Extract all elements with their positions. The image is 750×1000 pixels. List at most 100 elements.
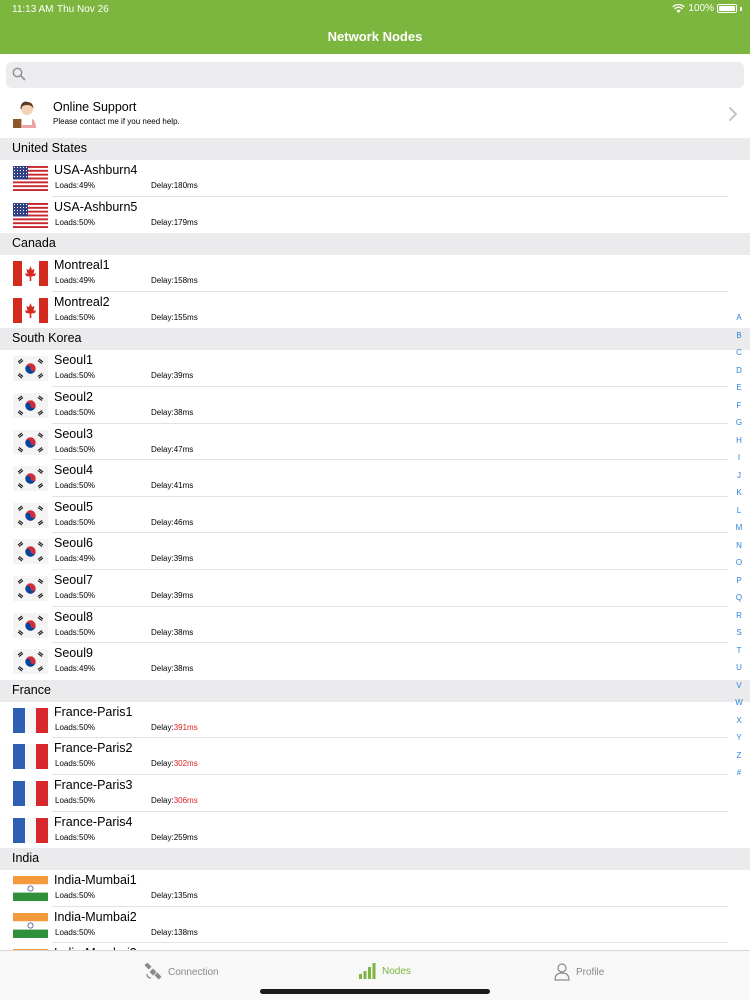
- index-letter[interactable]: B: [730, 327, 748, 345]
- node-row[interactable]: France-Paris1 Loads:50% Delay:391ms: [0, 701, 750, 739]
- node-name: USA-Ashburn4: [54, 163, 138, 177]
- node-delay: Delay:302ms: [151, 759, 198, 768]
- index-letter[interactable]: P: [730, 572, 748, 590]
- index-letter[interactable]: H: [730, 432, 748, 450]
- node-delay-prefix: Delay:: [151, 832, 174, 842]
- section-index[interactable]: A B C D E F G H I J K L M N O P Q R S T U V W X Y Z #: [730, 309, 748, 782]
- index-letter[interactable]: W: [730, 694, 748, 712]
- node-row[interactable]: India-Mumbai3: [0, 943, 750, 950]
- node-delay: Delay:158ms: [151, 276, 198, 285]
- node-name: Montreal1: [54, 258, 110, 273]
- search-bar[interactable]: [6, 62, 744, 88]
- node-name: France-Paris4: [54, 814, 133, 829]
- index-letter[interactable]: Y: [730, 729, 748, 747]
- index-letter[interactable]: D: [730, 362, 748, 380]
- index-letter[interactable]: #: [730, 764, 748, 782]
- index-letter[interactable]: X: [730, 712, 748, 730]
- node-name: Montreal2: [54, 294, 110, 309]
- node-delay: Delay:391ms: [151, 723, 198, 732]
- index-letter[interactable]: V: [730, 677, 748, 695]
- index-letter[interactable]: O: [730, 554, 748, 572]
- node-row[interactable]: France-Paris2 Loads:50% Delay:302ms: [0, 738, 750, 775]
- flag-icon: [13, 392, 48, 418]
- index-letter[interactable]: L: [730, 502, 748, 520]
- index-letter[interactable]: E: [730, 379, 748, 397]
- status-bar: 11:13 AM Thu Nov 26 100%: [0, 0, 750, 20]
- node-row[interactable]: Seoul2 Loads:50% Delay:38ms: [0, 386, 750, 424]
- node-row[interactable]: France-Paris4 Loads:50% Delay:259ms: [0, 811, 750, 849]
- index-letter[interactable]: K: [730, 484, 748, 502]
- node-name: France-Paris1: [54, 704, 133, 719]
- node-name: India-Mumbai1: [54, 873, 137, 888]
- online-support-row[interactable]: Online Support Please contact me if you …: [0, 94, 750, 138]
- node-loads: Loads:50%: [55, 627, 96, 637]
- node-row[interactable]: Seoul5 Loads:50% Delay:46ms: [0, 496, 750, 534]
- index-letter[interactable]: Z: [730, 747, 748, 765]
- index-letter[interactable]: G: [730, 414, 748, 432]
- support-title: Online Support: [53, 100, 137, 114]
- flag-icon: [13, 876, 48, 902]
- section-header-label: United States: [12, 141, 88, 155]
- node-list[interactable]: United States USA-Ashburn4 Loads:49% Delay:…: [0, 138, 750, 950]
- index-letter[interactable]: Q: [730, 589, 748, 607]
- search-input[interactable]: [32, 65, 732, 85]
- index-letter[interactable]: N: [730, 537, 748, 555]
- node-loads: Loads:50%: [55, 891, 96, 901]
- node-row[interactable]: India-Mumbai1 Loads:50% Delay:135ms: [0, 870, 750, 907]
- node-name: France-Paris3: [54, 777, 133, 792]
- node-row[interactable]: Seoul9 Loads:49% Delay:38ms: [0, 643, 750, 680]
- node-delay-prefix: Delay:: [151, 927, 174, 937]
- index-letter[interactable]: M: [730, 519, 748, 537]
- support-agent-avatar: [12, 98, 42, 130]
- node-row[interactable]: Seoul3 Loads:50% Delay:47ms: [0, 423, 750, 461]
- node-loads: Loads:49%: [55, 181, 96, 190]
- index-letter[interactable]: F: [730, 397, 748, 415]
- node-delay-value: 179ms: [173, 217, 198, 227]
- index-letter[interactable]: T: [730, 642, 748, 660]
- node-row[interactable]: Seoul1 Loads:50% Delay:39ms: [0, 350, 750, 387]
- node-delay-value: 180ms: [173, 181, 198, 190]
- tab-profile[interactable]: Profile: [554, 963, 604, 981]
- node-row[interactable]: Seoul7 Loads:50% Delay:39ms: [0, 569, 750, 607]
- node-loads: Loads:50%: [55, 832, 96, 842]
- index-letter[interactable]: S: [730, 624, 748, 642]
- node-delay-value: 47ms: [173, 444, 194, 454]
- tab-nodes[interactable]: Nodes: [359, 963, 411, 979]
- tab-connection[interactable]: Connection: [144, 963, 219, 981]
- node-delay: Delay:38ms: [151, 628, 193, 637]
- flag-icon: [13, 502, 48, 528]
- node-row[interactable]: Seoul4 Loads:50% Delay:41ms: [0, 460, 750, 497]
- node-row[interactable]: India-Mumbai2 Loads:50% Delay:138ms: [0, 906, 750, 944]
- node-name: Seoul4: [54, 463, 93, 478]
- node-delay-prefix: Delay:: [151, 444, 174, 454]
- index-letter[interactable]: C: [730, 344, 748, 362]
- index-letter[interactable]: R: [730, 607, 748, 625]
- flag-icon: [13, 166, 48, 191]
- flag-icon: [13, 707, 48, 733]
- node-row[interactable]: USA-Ashburn5 Loads:50% Delay:179ms: [0, 196, 750, 234]
- index-letter[interactable]: I: [730, 449, 748, 467]
- node-delay-value: 306ms: [173, 795, 198, 805]
- node-row[interactable]: Seoul6 Loads:49% Delay:39ms: [0, 533, 750, 570]
- node-row[interactable]: Montreal1 Loads:49% Delay:158ms: [0, 255, 750, 292]
- node-delay-value: 135ms: [173, 891, 198, 901]
- index-letter[interactable]: J: [730, 467, 748, 485]
- node-row[interactable]: Seoul8 Loads:50% Delay:38ms: [0, 606, 750, 644]
- node-loads: Loads:50%: [55, 927, 96, 937]
- support-subtitle: Please contact me if you need help.: [53, 117, 180, 126]
- index-letter[interactable]: A: [730, 309, 748, 327]
- node-loads: Loads:50%: [55, 759, 96, 769]
- node-delay-prefix: Delay:: [151, 481, 174, 491]
- node-row[interactable]: USA-Ashburn4 Loads:49% Delay:180ms: [0, 160, 750, 197]
- node-delay: Delay:38ms: [151, 664, 193, 673]
- node-delay-prefix: Delay:: [151, 722, 174, 732]
- node-delay-prefix: Delay:: [151, 517, 174, 527]
- node-row[interactable]: France-Paris3 Loads:50% Delay:306ms: [0, 774, 750, 812]
- home-indicator: [260, 989, 490, 994]
- node-row[interactable]: Montreal2 Loads:50% Delay:155ms: [0, 291, 750, 329]
- node-loads: Loads:50%: [55, 444, 96, 454]
- battery-percent: 100%: [688, 3, 714, 14]
- index-letter[interactable]: U: [730, 659, 748, 677]
- node-delay-prefix: Delay:: [151, 891, 174, 901]
- node-delay-value: 38ms: [173, 407, 194, 417]
